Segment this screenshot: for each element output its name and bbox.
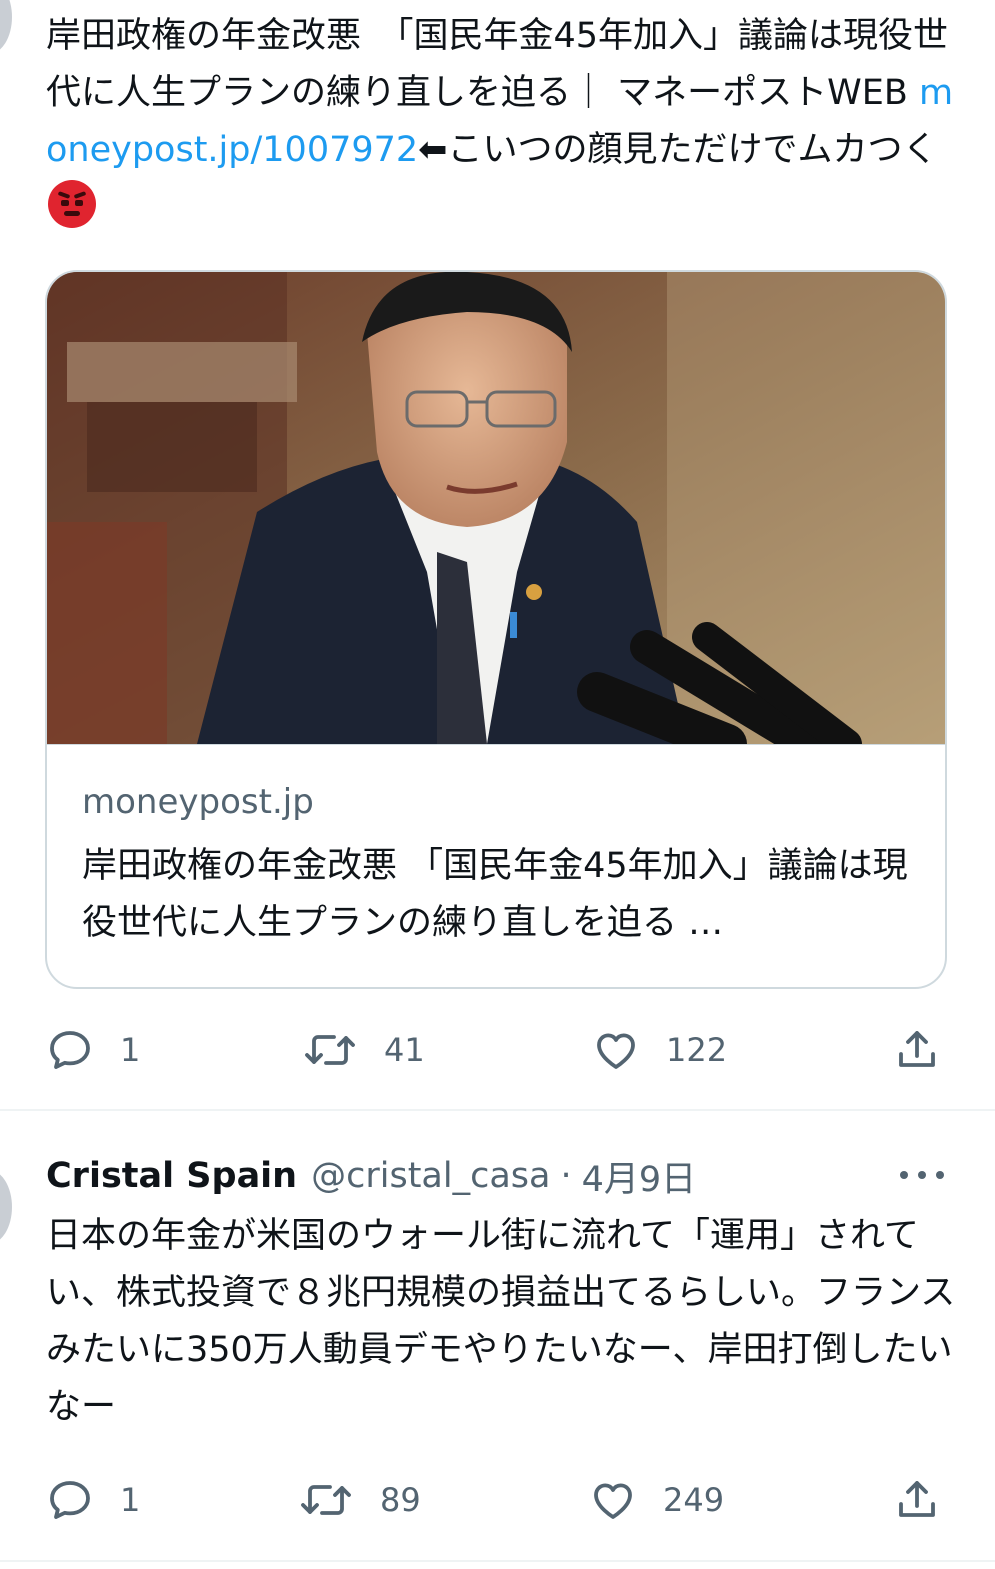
reply-button[interactable]: 1 — [46, 1020, 140, 1080]
tweet-actions: 1 89 249 — [0, 1470, 995, 1530]
link-card[interactable]: moneypost.jp 岸田政権の年金改悪 「国民年金45年加入」議論は現役世… — [45, 270, 947, 989]
retweet-icon — [301, 1485, 351, 1515]
card-domain: moneypost.jp — [82, 782, 314, 822]
tweet-text-after-link: ⬅︎こいつの顔見ただけでムカつく — [418, 130, 938, 170]
tweet-text: 日本の年金が米国のウォール街に流れて「運用」されてい、株式投資で８兆円規模の損益… — [46, 1216, 956, 1427]
like-icon — [597, 1033, 635, 1069]
retweet-button[interactable]: 41 — [302, 1020, 425, 1080]
author-name[interactable]: Cristal Spain — [46, 1156, 297, 1196]
retweet-icon — [305, 1035, 355, 1065]
more-icon[interactable] — [900, 1160, 944, 1190]
share-button[interactable] — [893, 1020, 941, 1080]
like-icon — [594, 1483, 632, 1519]
reply-icon — [50, 1031, 90, 1069]
tweet-text: 岸田政権の年金改悪 「国民年金45年加入」議論は現役世代に人生プランの練り直しを… — [46, 8, 956, 236]
reply-count: 1 — [120, 1031, 141, 1069]
card-divider — [47, 744, 945, 745]
tweet-header: Cristal Spain @cristal_casa · 4月9日 — [46, 1146, 696, 1206]
like-button[interactable]: 249 — [589, 1470, 724, 1530]
retweet-count: 41 — [384, 1031, 425, 1069]
tweet-date[interactable]: 4月9日 — [582, 1151, 697, 1202]
card-title: 岸田政権の年金改悪 「国民年金45年加入」議論は現役世代に人生プランの練り直しを… — [82, 846, 908, 943]
angry-face-emoji-icon — [48, 180, 96, 228]
article-photo — [47, 272, 945, 744]
like-count: 122 — [666, 1031, 728, 1069]
like-count: 249 — [663, 1481, 725, 1519]
share-button[interactable] — [893, 1470, 941, 1530]
share-icon — [899, 1031, 935, 1067]
reply-count: 1 — [120, 1481, 141, 1519]
reply-button[interactable]: 1 — [46, 1470, 140, 1530]
author-handle[interactable]: @cristal_casa — [311, 1156, 550, 1196]
tweet-actions: 1 41 122 — [0, 1020, 995, 1080]
tweet-separator — [0, 1560, 995, 1562]
reply-icon — [50, 1481, 90, 1519]
retweet-count: 89 — [380, 1481, 421, 1519]
separator-dot: · — [560, 1156, 572, 1196]
retweet-button[interactable]: 89 — [298, 1470, 421, 1530]
like-button[interactable]: 122 — [592, 1020, 727, 1080]
avatar[interactable] — [0, 1170, 12, 1244]
avatar[interactable] — [0, 0, 12, 54]
tweet-separator — [0, 1109, 995, 1111]
share-icon — [899, 1481, 935, 1517]
tweet-text-before-link: 岸田政権の年金改悪 「国民年金45年加入」議論は現役世代に人生プランの練り直しを… — [46, 16, 949, 113]
